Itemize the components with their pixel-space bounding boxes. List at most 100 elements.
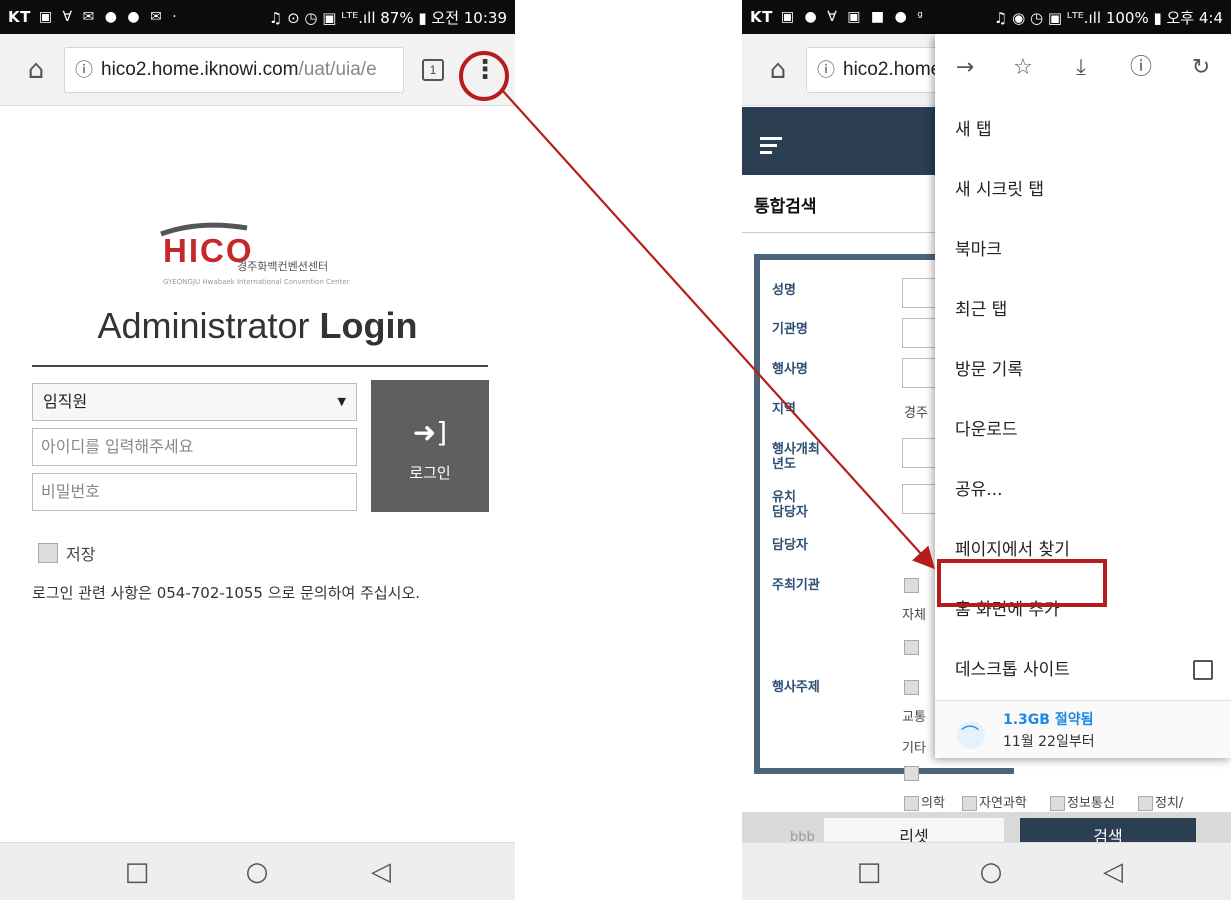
form-label-host: 주최기관 (772, 578, 820, 593)
form-label-region: 지역 (772, 402, 796, 417)
hamburger-icon[interactable] (760, 137, 782, 158)
checkbox-icon (1050, 796, 1065, 811)
menu-item-new-tab[interactable]: 새 탭 (935, 100, 1231, 160)
host-self-label: 자체 (902, 608, 926, 623)
id-input[interactable]: 아이디를 입력해주세요 (32, 428, 357, 466)
carrier-label: KT (8, 8, 31, 26)
form-label-year: 행사개최 년도 (772, 442, 820, 472)
carrier-label: KT (750, 8, 773, 26)
refresh-icon[interactable]: ↻ (1185, 52, 1217, 84)
recent-apps-icon[interactable]: □ (850, 853, 888, 891)
menu-toolbar: → ☆ ⤓ ⓘ ↻ (935, 34, 1231, 104)
title-divider (32, 365, 488, 367)
browser-overflow-menu: → ☆ ⤓ ⓘ ↻ 새 탭 새 시크릿 탭 북마크 최근 탭 방문 기록 다운로… (935, 34, 1231, 758)
back-icon[interactable]: ◁ (362, 853, 400, 891)
checkbox-icon (1138, 796, 1153, 811)
url-path: /uat/uia/e (298, 59, 377, 80)
menu-item-incognito-tab[interactable]: 새 시크릿 탭 (935, 160, 1231, 220)
page-title: Administrator Login (0, 305, 515, 347)
password-input[interactable]: 비밀번호 (32, 473, 357, 511)
status-right-text: ♫ ◉ ◷ ▣ ᴸᵀᴱ.ıll 100% ▮ 오후 4:4 (993, 8, 1223, 27)
login-notice: 로그인 관련 사항은 054-702-1055 으로 문의하여 주십시오. (32, 584, 421, 602)
heading-divider (742, 232, 942, 233)
notification-icons: ▣ ∀ ✉ ● ● ✉ · (38, 9, 180, 25)
recent-apps-icon[interactable]: □ (118, 853, 156, 891)
topic-politics-label: 정치/ (1155, 796, 1184, 811)
topic-politics[interactable]: 정치/ (1138, 792, 1183, 811)
form-label-topic: 행사주제 (772, 680, 820, 695)
status-bar: KT ▣ ∀ ✉ ● ● ✉ · ♫ ⊙ ◷ ▣ ᴸᵀᴱ.ıll 87% ▮ 오… (0, 0, 515, 34)
notification-icons: ▣ ● ∀ ▣ ■ ● ᵍ (780, 9, 926, 25)
checkbox-icon (962, 796, 977, 811)
save-row: 저장 (38, 541, 95, 565)
checkbox-icon (904, 796, 919, 811)
form-label-event: 행사명 (772, 362, 808, 377)
checkbox-icon (904, 640, 919, 655)
select-value: 임직원 (43, 392, 88, 411)
host-checkbox[interactable] (904, 578, 921, 593)
save-label: 저장 (66, 545, 96, 564)
title-bold: Login (319, 305, 418, 346)
android-nav-bar: □ ○ ◁ (0, 842, 515, 900)
host-checkbox-2[interactable] (904, 640, 921, 655)
info-icon[interactable]: ⓘ (75, 48, 93, 92)
info-icon[interactable]: ⓘ (1125, 52, 1157, 84)
topic-checkbox[interactable] (904, 680, 921, 695)
save-checkbox[interactable] (38, 543, 58, 563)
star-icon[interactable]: ☆ (1007, 52, 1039, 84)
savings-since: 11월 22일부터 (1003, 734, 1095, 750)
desktop-site-label: 데스크톱 사이트 (955, 660, 1070, 680)
desktop-site-checkbox[interactable] (1193, 660, 1213, 680)
topic-science[interactable]: 자연과학 (962, 792, 1027, 811)
topic-medical-label: 의학 (921, 796, 945, 811)
checkbox-icon (904, 680, 919, 695)
data-saver-summary[interactable]: ⌒ 1.3GB 절약됨 11월 22일부터 (935, 700, 1231, 758)
url-host: hico2.home.iknowi.com (101, 59, 299, 80)
home-icon[interactable]: ⌂ (18, 52, 54, 88)
menu-item-share[interactable]: 공유... (935, 460, 1231, 520)
topic-science-label: 자연과학 (979, 796, 1027, 811)
tab-switcher-button[interactable]: 1 (422, 59, 444, 81)
login-label: 로그인 (409, 464, 451, 482)
browser-toolbar: ⌂ ⓘ hico2.home.iknowi.com/uat/uia/e 1 ⋮ (0, 34, 515, 106)
savings-amount: 1.3GB 절약됨 (1003, 712, 1094, 728)
topic-traffic-label: 교통 (902, 710, 926, 725)
home-circle-icon[interactable]: ○ (238, 853, 276, 891)
back-icon[interactable]: ◁ (1094, 853, 1132, 891)
download-icon[interactable]: ⤓ (1065, 52, 1097, 84)
info-icon[interactable]: ⓘ (817, 48, 835, 92)
annotation-highlight-box (937, 559, 1107, 607)
home-icon[interactable]: ⌂ (760, 52, 796, 88)
form-label-staff: 담당자 (772, 538, 808, 553)
topic-medical[interactable]: 의학 (904, 792, 945, 811)
title-light: Administrator (97, 305, 320, 346)
user-type-select[interactable]: 임직원 ▼ (32, 383, 357, 421)
logo-subtitle: 경주화백컨벤션센터 (237, 260, 329, 273)
home-circle-icon[interactable]: ○ (972, 853, 1010, 891)
topic-it[interactable]: 정보통신 (1050, 792, 1115, 811)
checkbox-icon (904, 766, 919, 781)
form-label-name: 성명 (772, 283, 796, 298)
right-phone-screen: KT ▣ ● ∀ ▣ ■ ● ᵍ ♫ ◉ ◷ ▣ ᴸᵀᴱ.ıll 100% ▮ … (742, 0, 1231, 900)
status-bar: KT ▣ ● ∀ ▣ ■ ● ᵍ ♫ ◉ ◷ ▣ ᴸᵀᴱ.ıll 100% ▮ … (742, 0, 1231, 34)
left-phone-screen: KT ▣ ∀ ✉ ● ● ✉ · ♫ ⊙ ◷ ▣ ᴸᵀᴱ.ıll 87% ▮ 오… (0, 0, 515, 900)
menu-item-downloads[interactable]: 다운로드 (935, 400, 1231, 460)
forward-icon[interactable]: → (949, 52, 981, 84)
menu-item-recent-tabs[interactable]: 최근 탭 (935, 280, 1231, 340)
topic-other-label: 기타 (902, 741, 926, 756)
address-bar[interactable]: ⓘ hico2.home.iknowi.com/uat/uia/e (64, 47, 404, 93)
hico-logo: HICO 경주화백컨벤션센터 GYEONGJU Hwabaek Internat… (155, 218, 370, 288)
form-label-org: 기관명 (772, 322, 808, 337)
form-label-manager: 유치 담당자 (772, 490, 808, 520)
android-nav-bar: □ ○ ◁ (742, 842, 1231, 900)
page-heading: 통합검색 (754, 197, 817, 217)
data-saver-icon: ⌒ (957, 721, 985, 749)
url-host: hico2.home (843, 59, 942, 80)
topic-checkbox-2[interactable] (904, 766, 921, 781)
checkbox-icon (904, 578, 919, 593)
menu-item-bookmarks[interactable]: 북마크 (935, 220, 1231, 280)
menu-item-history[interactable]: 방문 기록 (935, 340, 1231, 400)
logo-english: GYEONGJU Hwabaek International Conventio… (163, 278, 350, 286)
region-value[interactable]: 경주 (904, 402, 928, 421)
login-button[interactable]: ➜] 로그인 (371, 380, 489, 512)
